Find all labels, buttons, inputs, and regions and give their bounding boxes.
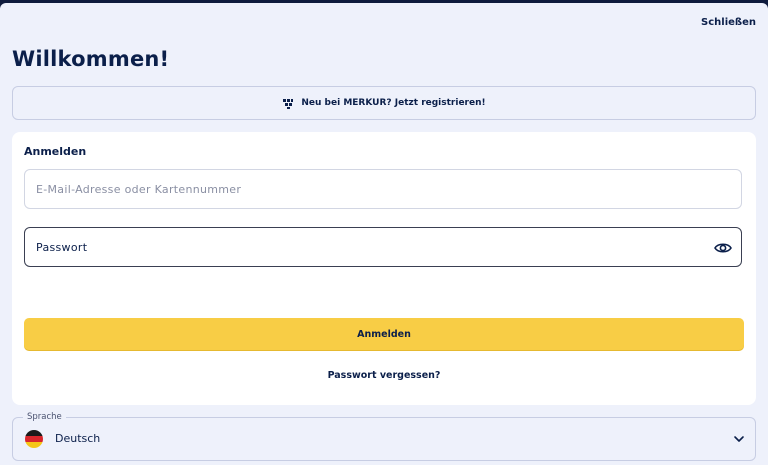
- language-label: Sprache: [23, 412, 66, 422]
- email-placeholder: E-Mail-Adresse oder Kartennummer: [36, 182, 242, 196]
- register-button[interactable]: Neu bei MERKUR? Jetzt registrieren!: [12, 86, 756, 120]
- email-field[interactable]: E-Mail-Adresse oder Kartennummer: [24, 169, 742, 209]
- page-title: Willkommen!: [12, 47, 170, 71]
- close-button[interactable]: Schließen: [701, 17, 756, 28]
- chevron-down-icon: [734, 436, 744, 442]
- language-value: Deutsch: [55, 432, 101, 445]
- register-label: Neu bei MERKUR? Jetzt registrieren!: [301, 98, 486, 108]
- login-section-title: Anmelden: [24, 145, 87, 158]
- eye-icon[interactable]: [713, 238, 733, 258]
- language-select[interactable]: Sprache Deutsch: [12, 412, 756, 461]
- login-card: Anmelden E-Mail-Adresse oder Kartennumme…: [12, 132, 756, 405]
- password-label: Passwort: [36, 240, 88, 254]
- login-panel: Schließen Willkommen! Neu bei MERKUR? Je…: [0, 3, 768, 465]
- password-field[interactable]: Passwort: [24, 227, 742, 267]
- forgot-password-link[interactable]: Passwort vergessen?: [12, 370, 756, 381]
- login-submit-button[interactable]: Anmelden: [24, 318, 744, 350]
- germany-flag-icon: [25, 430, 43, 448]
- merkur-logo-icon: [283, 99, 294, 109]
